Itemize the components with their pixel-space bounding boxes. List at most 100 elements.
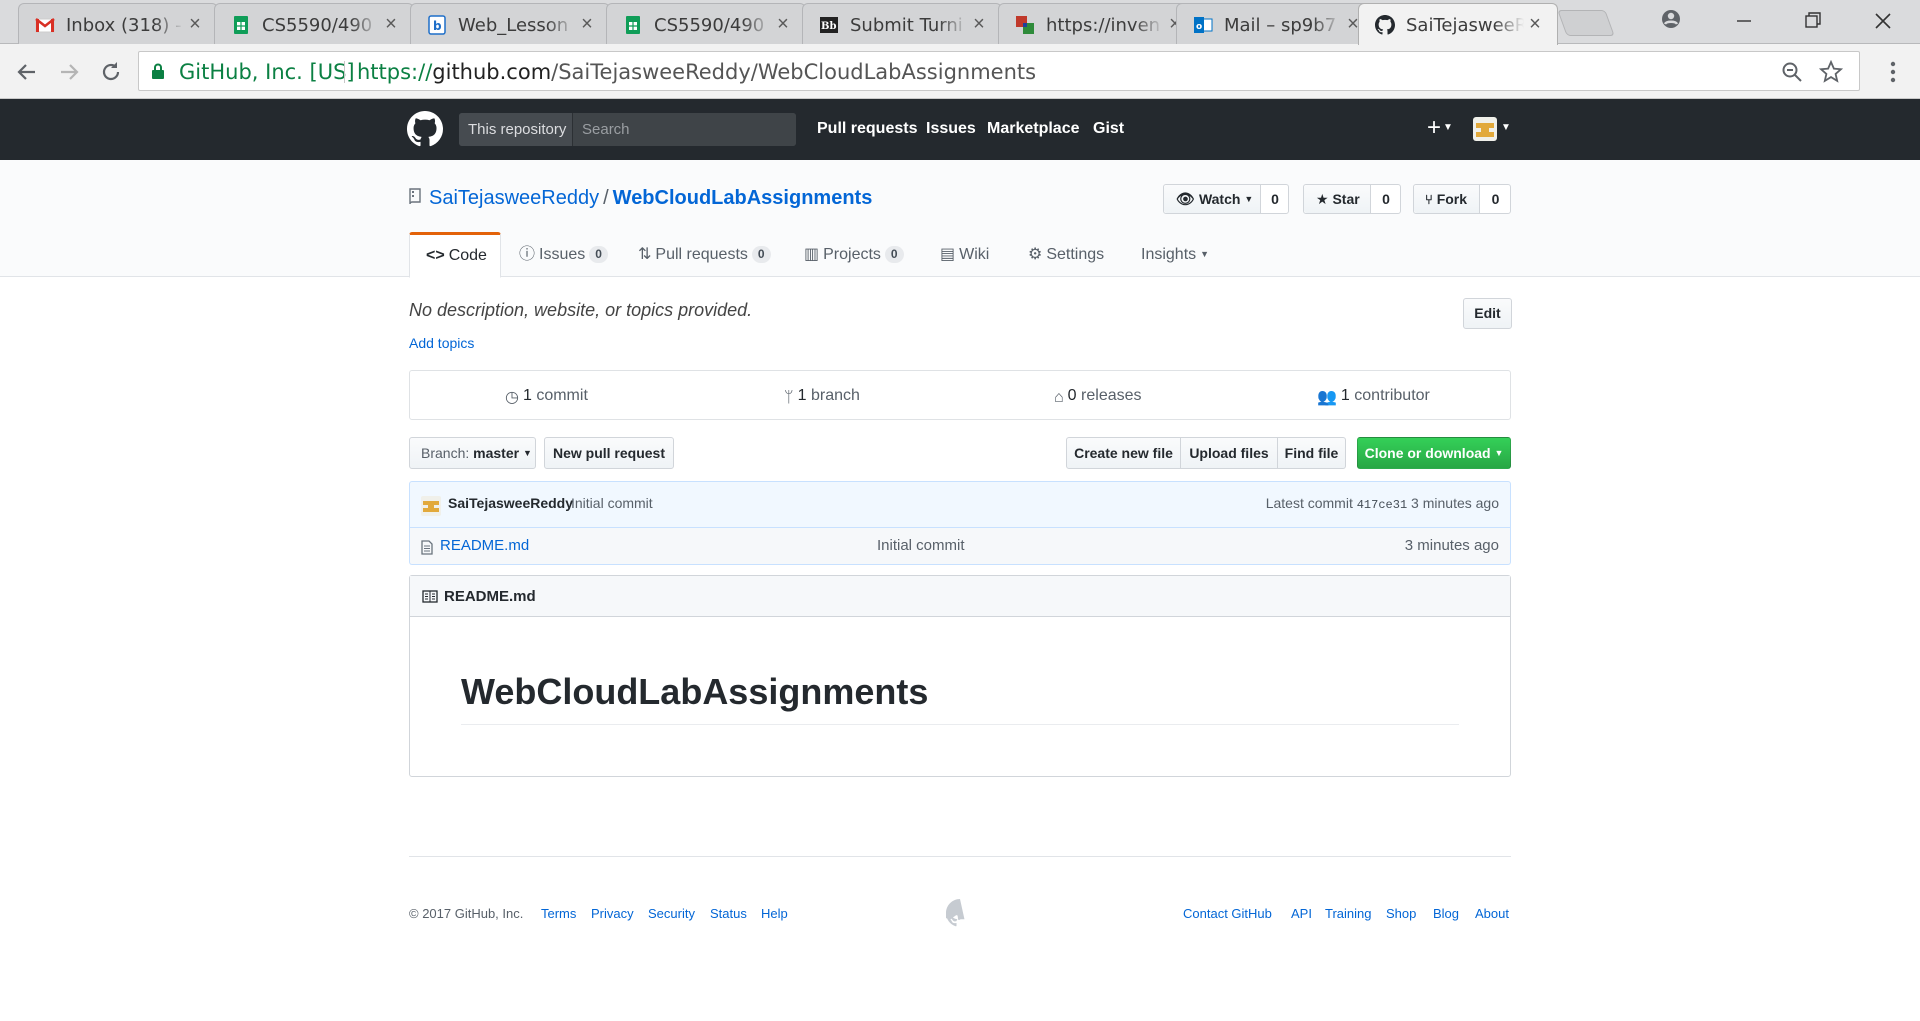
footer-link-training[interactable]: Training [1325,906,1371,921]
close-icon[interactable]: × [969,14,989,34]
watch-count[interactable]: 0 [1261,185,1289,213]
readme-heading: WebCloudLabAssignments [461,671,929,712]
footer-link-blog[interactable]: Blog [1433,906,1459,921]
reload-icon[interactable] [97,58,125,86]
close-icon[interactable]: × [773,14,793,34]
commit-author-link[interactable]: SaiTejasweeReddy [448,495,573,511]
browser-tab-sheets-1[interactable]: CS5590/490 × [214,3,414,44]
footer-link-security[interactable]: Security [648,906,695,921]
commits-label: commit [536,387,588,404]
pulls-count: 0 [751,246,771,264]
avatar[interactable] [421,496,441,516]
file-commit-message[interactable]: Initial commit [877,537,965,554]
create-new-file-button[interactable]: Create new file [1066,437,1181,469]
star-label: Star [1332,191,1360,207]
nav-marketplace[interactable]: Marketplace [987,120,1080,138]
minimize-icon[interactable] [1723,6,1765,36]
issue-opened-icon: ⓘ [519,246,536,264]
back-arrow-icon[interactable] [13,58,41,86]
site-identity[interactable]: GitHub, Inc. [US] [179,60,355,84]
commit-message-link[interactable]: Initial commit [571,495,653,511]
footer-link-api[interactable]: API [1291,906,1312,921]
browser-tab-sheets-2[interactable]: CS5590/490 × [606,3,806,44]
star-button-group: ★ Star 0 [1303,184,1401,214]
search-input[interactable] [573,113,796,146]
repo-owner-link[interactable]: SaiTejasweeReddy [429,187,599,209]
tab-issues[interactable]: ⓘ Issues 0 [519,232,608,277]
tab-pull-requests[interactable]: ⇅ Pull requests 0 [638,232,771,277]
forward-arrow-icon[interactable] [55,58,83,86]
star-count[interactable]: 0 [1371,185,1401,213]
chevron-down-icon: ▼ [1443,122,1453,133]
latest-commit-info: Latest commit 417ce31 3 minutes ago [1266,495,1499,512]
commit-sha-link[interactable]: 417ce31 [1357,498,1407,512]
new-tab-button[interactable] [1557,10,1615,36]
find-file-button[interactable]: Find file [1278,437,1346,469]
branches-link[interactable]: ᛘ1 branch [784,387,860,407]
contributors-link[interactable]: 👥 1 contributor [1317,387,1430,407]
footer-link-terms[interactable]: Terms [541,906,576,921]
file-name-link[interactable]: README.md [440,537,529,554]
github-logo-icon[interactable] [407,111,443,147]
url-text[interactable]: https://github.com/SaiTejasweeReddy/WebC… [357,60,1036,84]
commits-link[interactable]: ◷ 1 commit [505,387,588,407]
menu-dots-icon[interactable] [1880,59,1906,85]
nav-gist[interactable]: Gist [1093,120,1124,138]
address-bar[interactable]: GitHub, Inc. [US] https://github.com/Sai… [138,51,1860,91]
browser-tab-inventory[interactable]: https://inven × [998,3,1198,44]
browser-tab-strip: Inbox (318) - × CS5590/490 × b Web_Lesso… [0,0,1920,45]
add-topics-link[interactable]: Add topics [409,335,474,351]
nav-pull-requests[interactable]: Pull requests [817,120,917,138]
upload-files-button[interactable]: Upload files [1181,437,1278,469]
close-icon[interactable]: × [1525,14,1545,34]
user-menu-button[interactable]: ▼ [1473,117,1513,141]
new-pull-request-button[interactable]: New pull request [544,437,674,469]
browser-tab-web-lesson[interactable]: b Web_Lesson × [410,3,610,44]
git-pull-request-icon: ⇅ [638,246,652,264]
avatar [1473,117,1497,141]
tab-code[interactable]: <> Code [409,232,501,278]
close-icon[interactable]: × [577,14,597,34]
lock-icon [152,63,164,79]
create-new-button[interactable]: + ▼ [1427,116,1459,141]
close-icon[interactable]: × [185,14,205,34]
restore-icon[interactable] [1792,6,1834,36]
footer-link-contact[interactable]: Contact GitHub [1183,906,1272,921]
clone-or-download-button[interactable]: Clone or download ▼ [1357,437,1511,469]
edit-description-button[interactable]: Edit [1463,298,1512,329]
github-mark-icon[interactable] [946,899,974,927]
nav-issues[interactable]: Issues [926,120,976,138]
zoom-icon[interactable] [1781,61,1803,83]
browser-tab-github[interactable]: SaiTejasweeR × [1358,3,1558,45]
latest-commit-bar: SaiTejasweeReddy Initial commit Latest c… [409,481,1511,528]
footer-link-privacy[interactable]: Privacy [591,906,634,921]
repo-icon [409,188,421,205]
tab-projects[interactable]: ▥ Projects 0 [804,232,904,277]
tab-insights[interactable]: Insights ▼ [1141,232,1209,277]
close-window-icon[interactable] [1862,6,1904,36]
browser-tab-mail[interactable]: o Mail – sp9b7 × [1176,3,1376,44]
heading-divider [461,724,1459,725]
profile-icon[interactable] [1650,6,1692,36]
branch-select-button[interactable]: Branch: master ▼ [409,437,536,469]
footer-link-status[interactable]: Status [710,906,747,921]
footer-link-shop[interactable]: Shop [1386,906,1416,921]
fork-count[interactable]: 0 [1480,185,1511,213]
close-icon[interactable]: × [381,14,401,34]
repo-name-link[interactable]: WebCloudLabAssignments [613,187,873,209]
star-button[interactable]: ★ Star [1304,185,1371,213]
releases-link[interactable]: ⌂ 0 releases [1054,387,1142,407]
fork-button[interactable]: ⑂ Fork [1414,185,1480,213]
bookmark-star-icon[interactable] [1819,60,1843,84]
footer-link-about[interactable]: About [1475,906,1509,921]
browser-tab-gmail[interactable]: Inbox (318) - × [18,3,218,44]
file-age: 3 minutes ago [1404,537,1499,554]
footer-link-help[interactable]: Help [761,906,788,921]
tab-settings-label: Settings [1046,246,1105,263]
tab-wiki[interactable]: ▤ Wiki [940,232,989,277]
browser-tab-blackboard[interactable]: Bb Submit Turni × [802,3,1002,44]
tab-title: Submit Turni [850,15,963,36]
watch-button[interactable]: 👁 Watch ▼ [1164,185,1261,213]
file-text-icon [421,540,433,555]
tab-settings[interactable]: ⚙ Settings [1028,232,1104,277]
